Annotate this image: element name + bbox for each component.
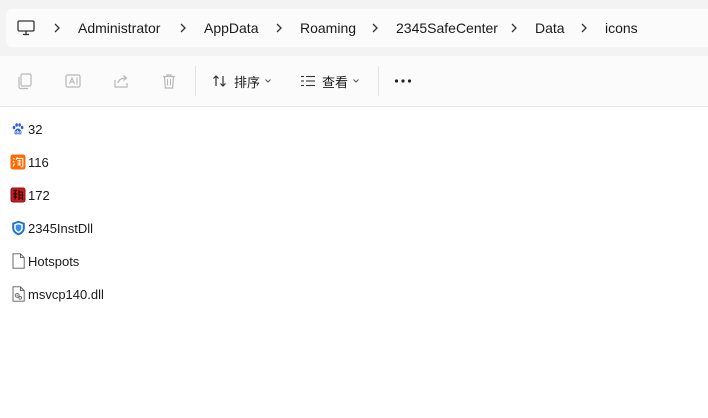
chevron-right-icon[interactable] bbox=[178, 21, 188, 35]
chevron-down-icon bbox=[353, 79, 359, 83]
delete-icon bbox=[163, 74, 175, 89]
file-name: 116 bbox=[28, 154, 49, 170]
view-label: 查看 bbox=[322, 74, 349, 90]
toolbar-divider bbox=[195, 66, 196, 96]
list-item[interactable]: 116 bbox=[8, 150, 308, 174]
breadcrumb-item-administrator[interactable]: Administrator bbox=[78, 20, 160, 36]
copy-button[interactable] bbox=[13, 69, 37, 93]
breadcrumb-item-roaming[interactable]: Roaming bbox=[300, 20, 356, 36]
view-button[interactable]: 查看 bbox=[300, 69, 360, 93]
computer-icon[interactable] bbox=[17, 20, 35, 36]
blank-file-icon bbox=[10, 253, 26, 269]
dll-file-icon bbox=[10, 286, 26, 302]
address-bar: Administrator AppData Roaming 2345SafeCe… bbox=[0, 0, 708, 56]
chevron-right-icon[interactable] bbox=[579, 21, 589, 35]
chevron-right-icon[interactable] bbox=[52, 21, 62, 35]
list-item[interactable]: Hotspots bbox=[8, 249, 308, 273]
sort-button[interactable]: 排序 bbox=[212, 69, 272, 93]
file-name: 2345InstDll bbox=[28, 220, 94, 236]
rename-button[interactable] bbox=[61, 69, 85, 93]
toolbar-divider bbox=[378, 66, 379, 96]
share-button[interactable] bbox=[109, 69, 133, 93]
svg-text:du: du bbox=[15, 130, 21, 135]
breadcrumb-item-data[interactable]: Data bbox=[535, 20, 565, 36]
file-name: 172 bbox=[28, 187, 50, 203]
copy-icon bbox=[18, 73, 32, 90]
more-icon bbox=[394, 79, 412, 83]
rename-icon bbox=[65, 74, 81, 88]
delete-button[interactable] bbox=[157, 69, 181, 93]
sort-label: 排序 bbox=[234, 74, 261, 90]
view-list-icon bbox=[301, 75, 315, 87]
game-dragon-icon bbox=[10, 187, 26, 203]
list-item[interactable]: 2345InstDll bbox=[8, 216, 308, 240]
breadcrumb-item-2345safecenter[interactable]: 2345SafeCenter bbox=[396, 20, 498, 36]
taobao-icon bbox=[10, 154, 26, 170]
chevron-right-icon[interactable] bbox=[509, 21, 519, 35]
baidu-paw-icon: du bbox=[10, 121, 26, 137]
shield-icon bbox=[10, 220, 26, 236]
file-name: 32 bbox=[28, 121, 43, 137]
file-name: msvcp140.dll bbox=[28, 286, 104, 302]
chevron-right-icon[interactable] bbox=[274, 21, 284, 35]
file-name: Hotspots bbox=[28, 253, 80, 269]
list-item[interactable]: msvcp140.dll bbox=[8, 282, 308, 306]
chevron-right-icon[interactable] bbox=[370, 21, 380, 35]
command-bar: 排序 查看 bbox=[0, 56, 708, 107]
breadcrumb-item-icons[interactable]: icons bbox=[605, 20, 638, 36]
breadcrumb-item-appdata[interactable]: AppData bbox=[204, 20, 258, 36]
share-icon bbox=[114, 75, 128, 88]
list-item[interactable]: 172 bbox=[8, 183, 308, 207]
more-options-button[interactable] bbox=[391, 69, 415, 93]
list-item[interactable]: du 32 bbox=[8, 117, 308, 141]
breadcrumb[interactable]: Administrator AppData Roaming 2345SafeCe… bbox=[6, 9, 708, 47]
file-list[interactable]: du 32 116 172 2345InstDll Hotspots msvcp… bbox=[0, 107, 708, 418]
chevron-down-icon bbox=[265, 79, 271, 83]
sort-icon bbox=[213, 75, 226, 87]
